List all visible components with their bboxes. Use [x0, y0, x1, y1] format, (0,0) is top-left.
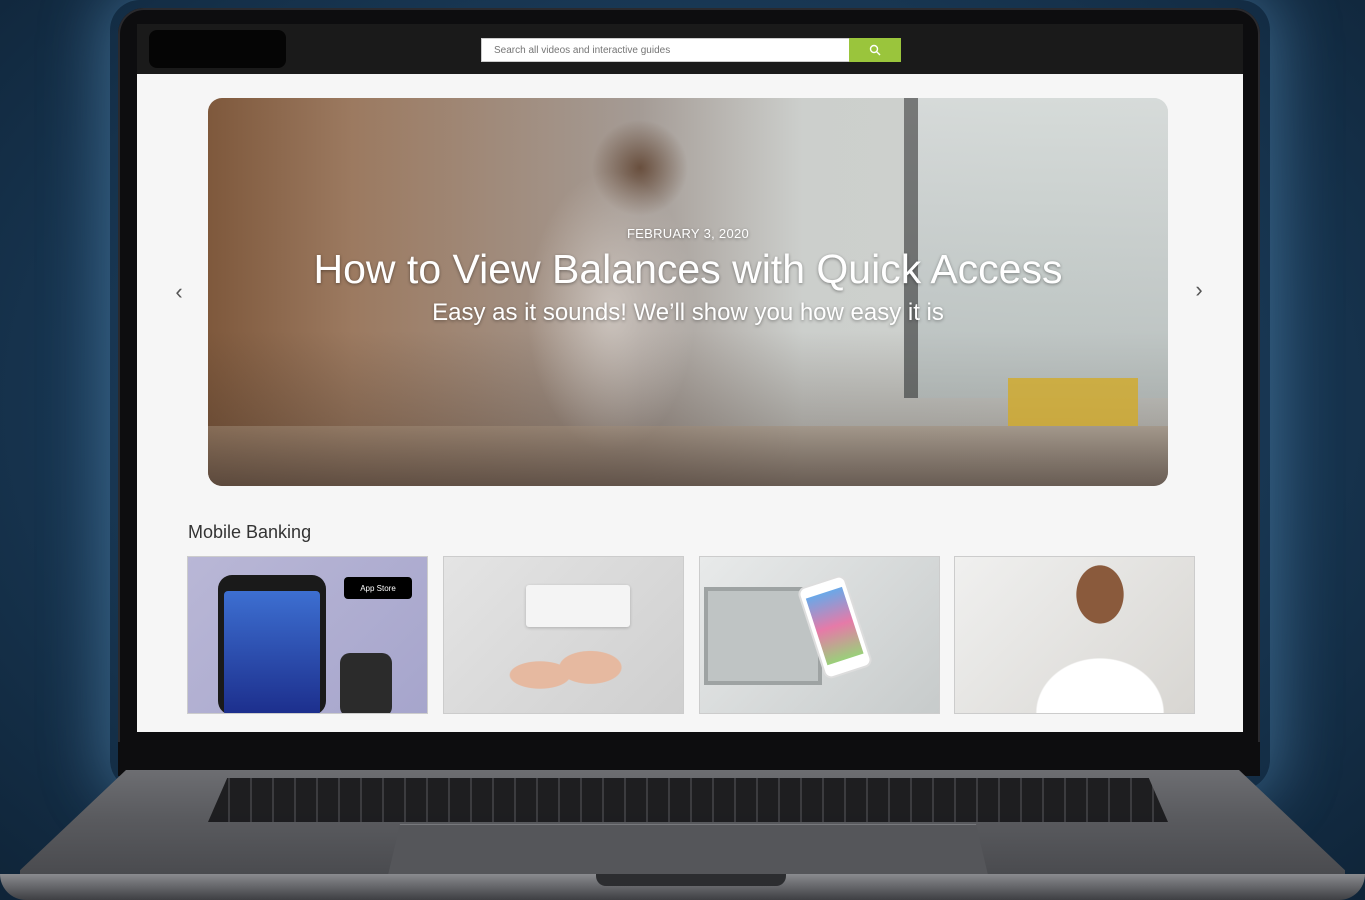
top-bar: [137, 24, 1243, 74]
search-input[interactable]: [481, 38, 849, 62]
video-card[interactable]: App Store: [187, 556, 428, 714]
watch-image: [340, 653, 392, 713]
carousel-prev-button[interactable]: ‹: [167, 280, 191, 304]
laptop-trackpad: [388, 824, 988, 875]
phone-image: [218, 575, 326, 713]
man-image: [1025, 561, 1175, 713]
section-title: Mobile Banking: [188, 522, 312, 542]
logo[interactable]: [149, 30, 286, 68]
video-card[interactable]: [699, 556, 940, 714]
app-store-label: App Store: [360, 583, 396, 593]
chevron-right-icon: ›: [1195, 277, 1203, 302]
keyboard-image: [526, 585, 630, 627]
hands-image: [504, 637, 624, 713]
hero-desk: [208, 426, 1168, 486]
hero-subtitle: Easy as it sounds! We’ll show you how ea…: [432, 299, 944, 326]
video-card[interactable]: [954, 556, 1195, 714]
search-button[interactable]: [849, 38, 901, 62]
hero-text: FEBRUARY 3, 2020 How to View Balances wi…: [208, 226, 1168, 327]
chevron-left-icon: ‹: [175, 279, 183, 304]
hero-title: How to View Balances with Quick Access: [313, 246, 1063, 292]
laptop-screen: ‹ FEBRUARY 3, 2020 How to View Balances …: [137, 24, 1243, 732]
laptop-notch: [596, 874, 786, 886]
laptop-keyboard: [208, 778, 1168, 822]
search-icon: [869, 44, 881, 56]
video-card[interactable]: [443, 556, 684, 714]
hero-date: FEBRUARY 3, 2020: [626, 226, 750, 241]
search-bar: [481, 38, 901, 62]
hero-banner[interactable]: FEBRUARY 3, 2020 How to View Balances wi…: [208, 98, 1168, 486]
carousel-next-button[interactable]: ›: [1187, 278, 1211, 302]
hero-chairs: [1008, 378, 1138, 426]
app-store-badge: App Store: [344, 577, 412, 599]
